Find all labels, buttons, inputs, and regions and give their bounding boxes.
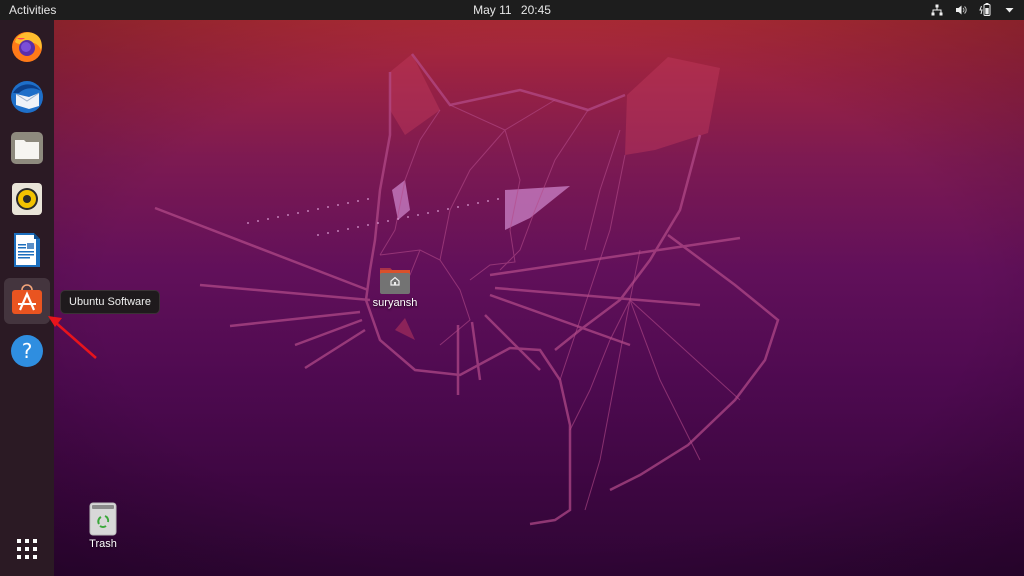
desktop-icon-home[interactable]: suryansh (364, 265, 426, 309)
files-icon (10, 131, 44, 170)
dock-item-firefox[interactable] (4, 25, 50, 71)
dock: ? (0, 20, 54, 576)
help-icon: ? (10, 334, 44, 373)
desktop-icon-label: suryansh (372, 297, 418, 309)
dock-item-rhythmbox[interactable] (4, 178, 50, 224)
volume-icon[interactable] (955, 4, 967, 16)
svg-text:?: ? (22, 339, 33, 363)
thunderbird-icon (9, 79, 45, 120)
dock-tooltip: Ubuntu Software (60, 290, 160, 314)
clock-time: 20:45 (520, 3, 551, 17)
desktop-icon-trash[interactable]: Trash (78, 502, 128, 550)
top-bar: Activities May 11 20:45 (0, 0, 1024, 20)
libreoffice-writer-icon (12, 232, 42, 273)
desktop-icon-label: Trash (89, 538, 117, 550)
rhythmbox-icon (11, 182, 43, 221)
clock-button[interactable]: May 11 20:45 (0, 3, 1024, 17)
system-menu-arrow-icon[interactable] (1005, 6, 1014, 14)
system-tray[interactable] (931, 3, 1014, 16)
ubuntu-software-icon (10, 282, 44, 321)
dock-item-files[interactable] (4, 127, 50, 173)
wallpaper-cat-illustration (54, 20, 1024, 576)
battery-icon[interactable] (979, 3, 993, 16)
dock-item-ubuntu-software[interactable] (4, 278, 50, 324)
show-applications-button[interactable] (4, 528, 50, 574)
trash-icon (89, 502, 117, 536)
clock-date: May 11 (473, 3, 512, 17)
firefox-icon (9, 28, 45, 69)
desktop[interactable]: suryansh Trash (54, 20, 1024, 576)
dock-item-libreoffice-writer[interactable] (4, 229, 50, 275)
show-applications-icon (16, 538, 38, 565)
network-icon[interactable] (931, 4, 943, 16)
home-folder-icon (378, 265, 412, 295)
dock-item-thunderbird[interactable] (4, 76, 50, 122)
dock-item-help[interactable]: ? (4, 330, 50, 376)
